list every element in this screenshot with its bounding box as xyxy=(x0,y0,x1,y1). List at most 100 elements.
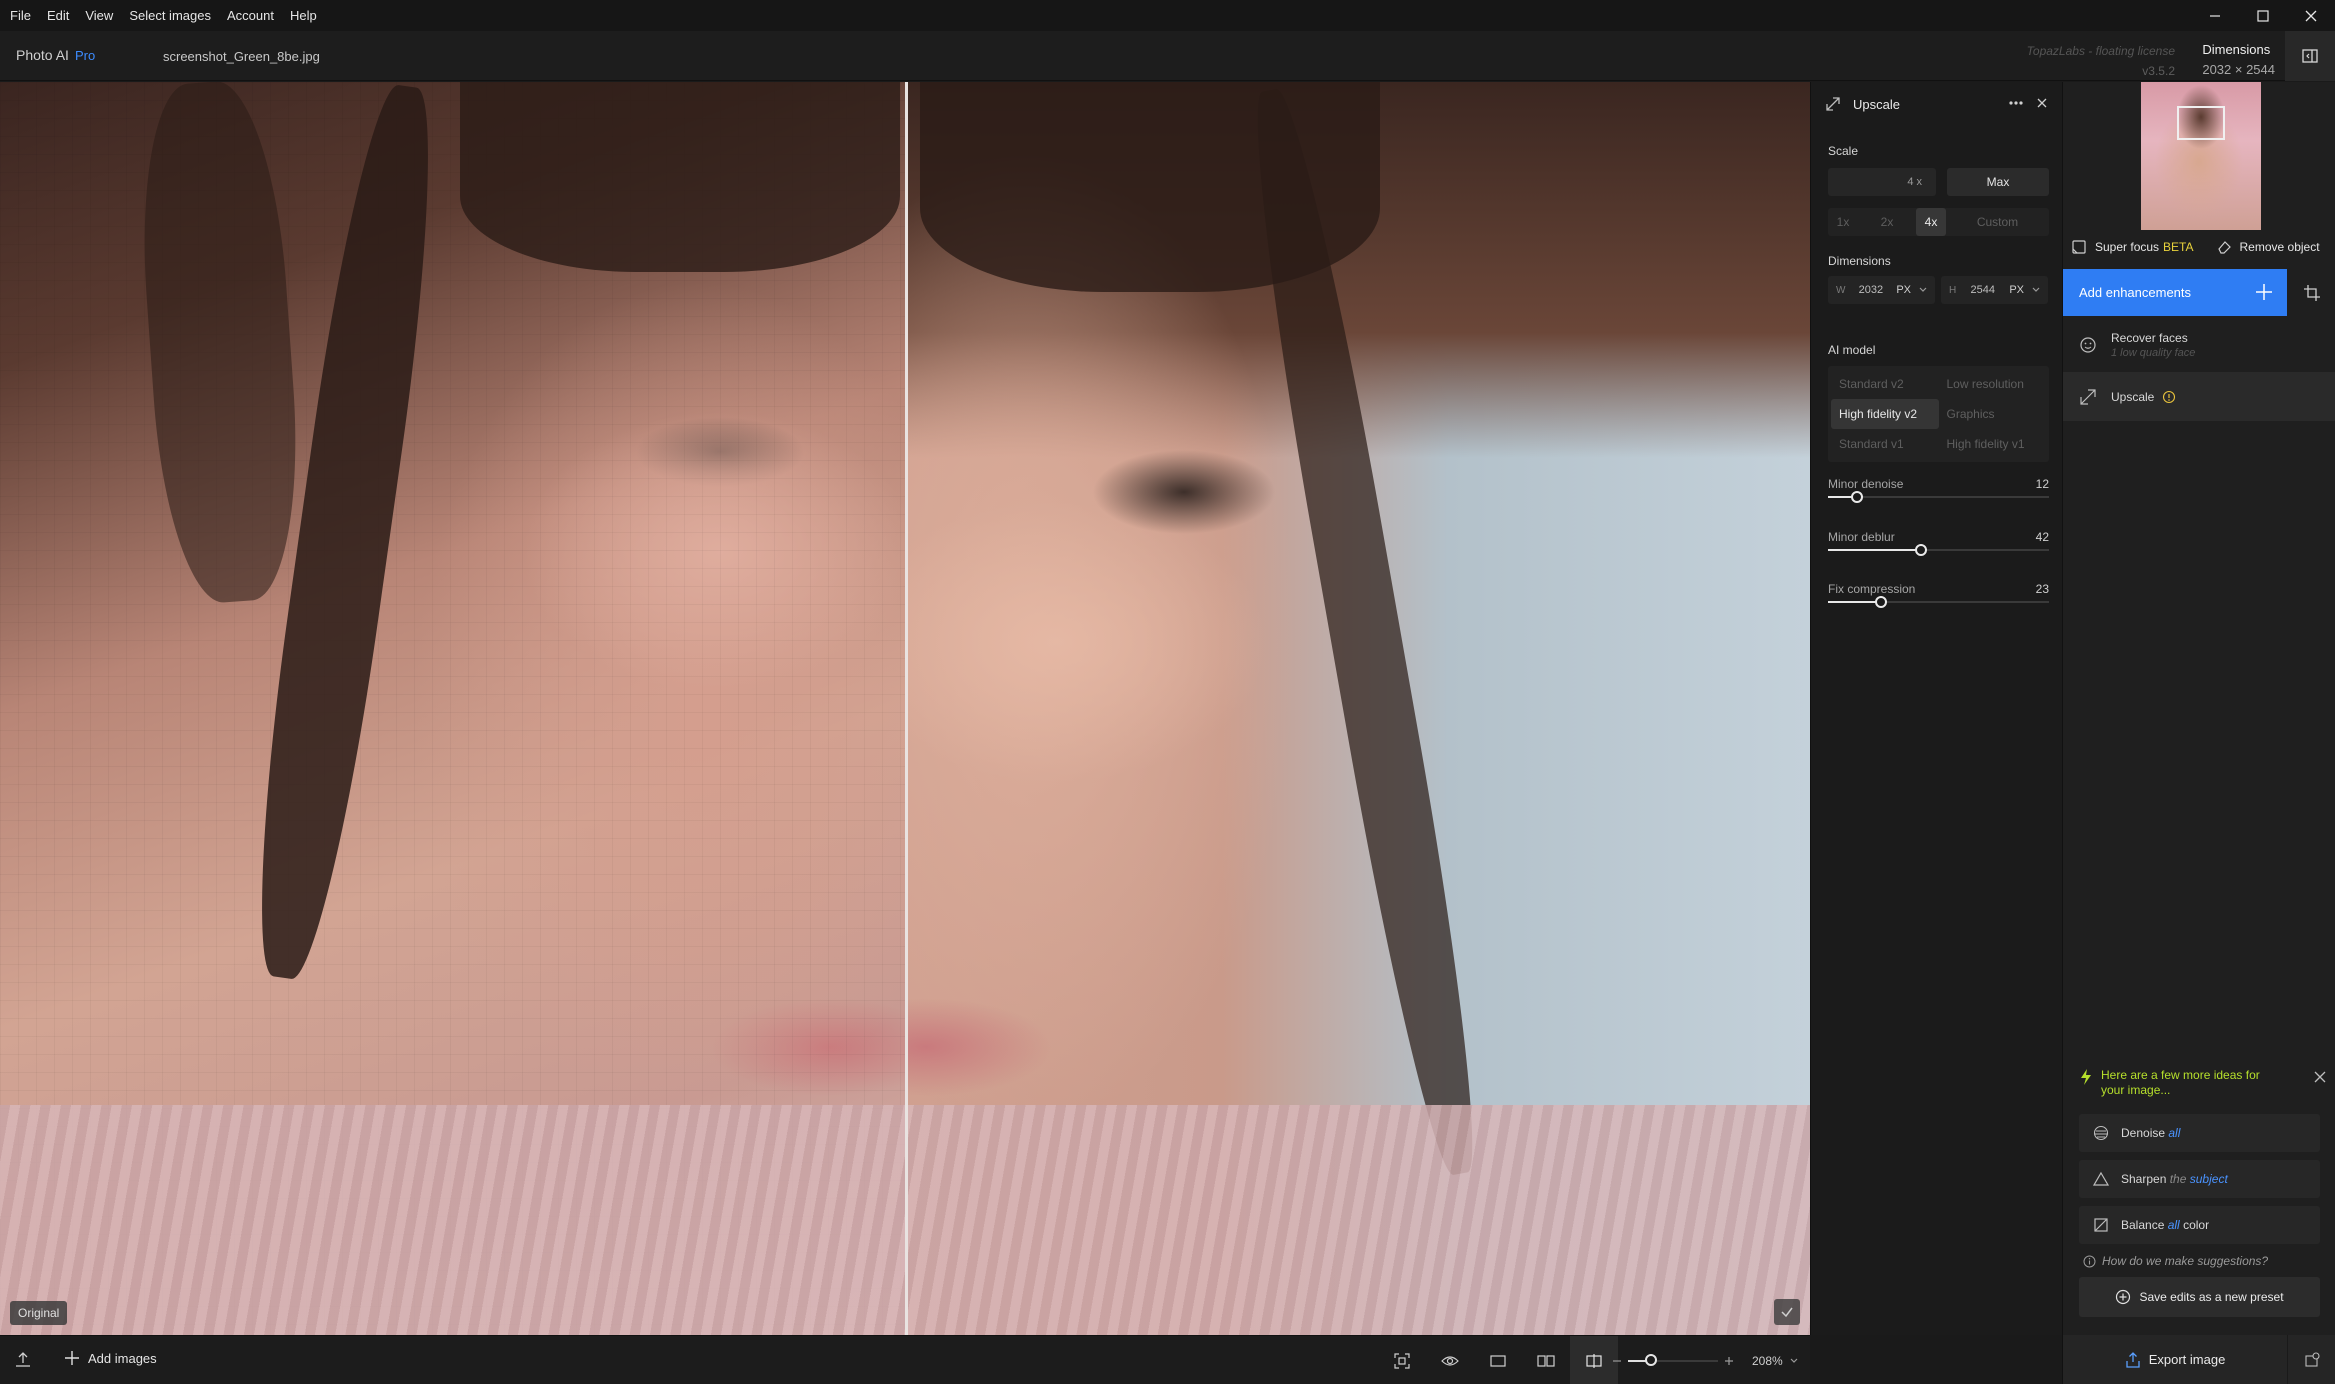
scale-custom-button[interactable]: Custom xyxy=(1946,208,2049,236)
chevron-down-icon[interactable] xyxy=(1789,1356,1799,1366)
upload-button[interactable] xyxy=(14,1351,32,1369)
super-focus-icon xyxy=(2072,240,2086,254)
zoom-slider[interactable] xyxy=(1628,1353,1718,1366)
slider-track[interactable] xyxy=(1828,491,2049,503)
height-unit: PX xyxy=(2009,284,2024,296)
close-panel-button[interactable] xyxy=(2033,94,2051,112)
model-standard-v1[interactable]: Standard v1 xyxy=(1831,429,1939,459)
model-high-fidelity-v2[interactable]: High fidelity v2 xyxy=(1831,399,1939,429)
upscale-icon xyxy=(2080,388,2096,405)
close-window-button[interactable] xyxy=(2287,0,2335,31)
idea-sharpen[interactable]: Sharpen the subject xyxy=(2079,1160,2320,1198)
idea-denoise[interactable]: Denoise all xyxy=(2079,1114,2320,1152)
scale-input[interactable]: 4 x xyxy=(1828,168,1936,196)
idea-verb: Balance xyxy=(2121,1218,2165,1232)
export-settings-icon xyxy=(2305,1351,2320,1367)
width-field[interactable]: W 2032 PX xyxy=(1828,276,1935,304)
slider-handle[interactable] xyxy=(1914,544,1927,556)
menu-edit[interactable]: Edit xyxy=(39,0,77,31)
scale-label: Scale xyxy=(1828,144,1859,158)
menu-help[interactable]: Help xyxy=(282,0,325,31)
maximize-button[interactable] xyxy=(2239,0,2287,31)
checkmark-button[interactable] xyxy=(1774,1299,1800,1325)
slider-track[interactable] xyxy=(1828,544,2049,556)
remove-object-label: Remove object xyxy=(2239,240,2320,254)
more-options-button[interactable] xyxy=(2007,94,2025,112)
ideas-title: Here are a few more ideas for your image… xyxy=(2101,1068,2260,1097)
zoom-handle[interactable] xyxy=(1644,1353,1657,1366)
focus-frame-icon xyxy=(1394,1352,1410,1369)
scale-2x-button[interactable]: 2x xyxy=(1858,208,1916,236)
minimize-button[interactable] xyxy=(2191,0,2239,31)
split-view-button[interactable] xyxy=(1570,1336,1618,1384)
model-high-fidelity-v1[interactable]: High fidelity v1 xyxy=(1939,429,2047,459)
zoom-value[interactable]: 208% xyxy=(1752,1354,1783,1368)
export-image-button[interactable]: Export image xyxy=(2063,1335,2287,1384)
slider-track[interactable] xyxy=(1828,596,2049,608)
height-field[interactable]: H 2544 PX xyxy=(1941,276,2048,304)
chevron-down-icon xyxy=(1919,287,1927,292)
single-view-button[interactable] xyxy=(1474,1336,1522,1384)
save-preset-button[interactable]: Save edits as a new preset xyxy=(2079,1277,2320,1317)
model-graphics[interactable]: Graphics xyxy=(1939,399,2047,429)
enhancement-name: Recover faces xyxy=(2111,331,2188,345)
panel-title: Upscale xyxy=(1853,96,1900,112)
add-enhancements-button[interactable]: Add enhancements xyxy=(2063,269,2287,316)
zoom-out-button[interactable] xyxy=(1612,1356,1622,1366)
how-suggestions-link[interactable]: How do we make suggestions? xyxy=(2083,1254,2268,1268)
info-warning-icon[interactable] xyxy=(2162,390,2176,404)
license-info: TopazLabs - floating license v3.5.2 xyxy=(2027,41,2175,81)
width-prefix: W xyxy=(1836,284,1846,296)
add-images-button[interactable]: Add images xyxy=(64,1350,157,1366)
side-by-side-icon xyxy=(1537,1354,1555,1367)
menu-select-images[interactable]: Select images xyxy=(121,0,219,31)
fix-compression-slider[interactable]: Fix compression 23 xyxy=(1828,582,2049,608)
maximize-icon xyxy=(2257,9,2269,22)
panel-header: Upscale xyxy=(1811,82,2062,126)
slider-fill xyxy=(1828,549,1921,551)
crop-button[interactable] xyxy=(2287,269,2335,316)
scale-1x-button[interactable]: 1x xyxy=(1828,208,1858,236)
dimensions-label: Dimensions xyxy=(2202,42,2271,57)
fit-view-button[interactable] xyxy=(1378,1336,1426,1384)
remove-object-button[interactable]: Remove object xyxy=(2216,239,2320,255)
menu-file[interactable]: File xyxy=(0,0,39,31)
side-by-side-button[interactable] xyxy=(1522,1336,1570,1384)
menu-account[interactable]: Account xyxy=(219,0,282,31)
slider-handle[interactable] xyxy=(1875,596,1888,608)
scale-value: 4 xyxy=(1907,176,1914,188)
model-standard-v2[interactable]: Standard v2 xyxy=(1831,369,1939,399)
image-viewport[interactable]: Original xyxy=(0,82,1810,1335)
export-label: Export image xyxy=(2148,1352,2226,1367)
dimensions-value: 2032 × 2544 xyxy=(2202,62,2275,77)
navigator-thumbnail[interactable] xyxy=(2141,82,2261,230)
preview-toggle-button[interactable] xyxy=(1426,1336,1474,1384)
navigator-viewport-frame[interactable] xyxy=(2177,106,2225,140)
close-ideas-button[interactable] xyxy=(2313,1070,2327,1084)
enhancement-upscale[interactable]: Upscale xyxy=(2063,372,2335,421)
export-settings-button[interactable] xyxy=(2287,1335,2335,1384)
export-icon xyxy=(2126,1351,2140,1368)
scale-4x-button[interactable]: 4x xyxy=(1916,208,1946,236)
minor-denoise-slider[interactable]: Minor denoise 12 xyxy=(1828,477,2049,503)
super-focus-button[interactable]: Super focus BETA xyxy=(2071,239,2194,255)
width-value: 2032 xyxy=(1858,284,1884,296)
menu-view[interactable]: View xyxy=(77,0,121,31)
max-scale-button[interactable]: Max xyxy=(1947,168,2049,196)
file-tab[interactable]: screenshot_Green_8be.jpg xyxy=(163,49,320,64)
export-bar: Export image xyxy=(2063,1335,2335,1384)
slider-label: Fix compression xyxy=(1828,582,1916,596)
info-icon xyxy=(2083,1255,2096,1267)
idea-balance-color[interactable]: Balance all color xyxy=(2079,1206,2320,1244)
tool-row: Super focus BETA Remove object xyxy=(2063,230,2335,264)
enhancement-recover-faces[interactable]: Recover faces 1 low quality face xyxy=(2063,320,2335,370)
zoom-in-button[interactable] xyxy=(1724,1356,1734,1366)
minor-deblur-slider[interactable]: Minor deblur 42 xyxy=(1828,530,2049,556)
model-low-resolution[interactable]: Low resolution xyxy=(1939,369,2047,399)
close-icon xyxy=(2314,1071,2326,1083)
how-text: How do we make suggestions? xyxy=(2102,1254,2269,1268)
panel-toggle-button[interactable] xyxy=(2285,31,2335,81)
split-divider[interactable] xyxy=(905,82,908,1335)
slider-handle[interactable] xyxy=(1850,491,1863,503)
close-icon xyxy=(2037,98,2047,108)
